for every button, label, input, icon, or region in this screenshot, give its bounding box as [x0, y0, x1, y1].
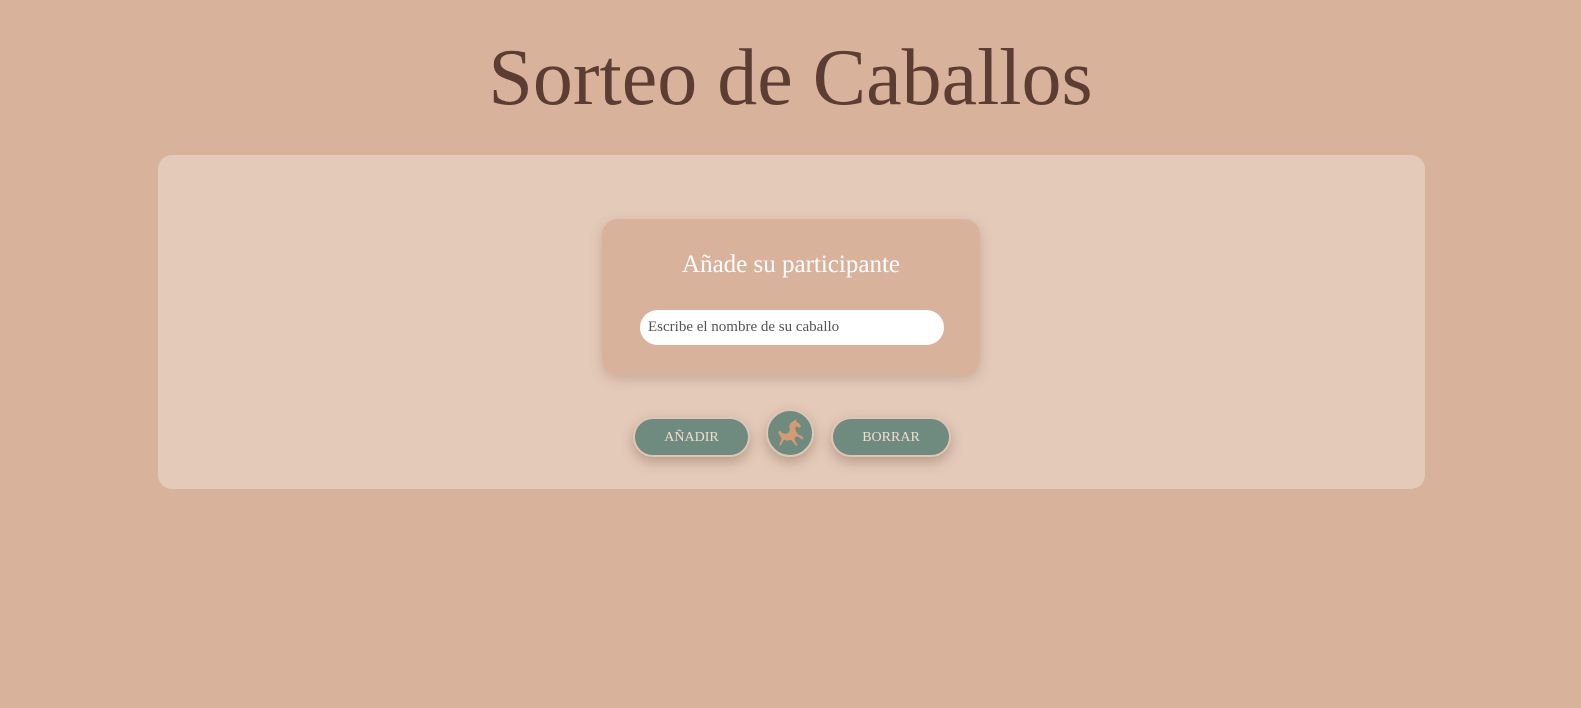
page-title: Sorteo de Caballos: [488, 34, 1093, 122]
participant-form: Añade su participante: [602, 219, 980, 375]
horse-icon: [778, 419, 804, 446]
horse-name-input[interactable]: [640, 310, 944, 345]
add-button[interactable]: AÑADIR: [633, 417, 750, 457]
draw-horse-button[interactable]: [766, 409, 814, 457]
form-heading: Añade su participante: [682, 251, 900, 278]
main-panel: Añade su participante AÑADIR BORRAR: [158, 155, 1425, 489]
clear-button[interactable]: BORRAR: [831, 417, 951, 457]
